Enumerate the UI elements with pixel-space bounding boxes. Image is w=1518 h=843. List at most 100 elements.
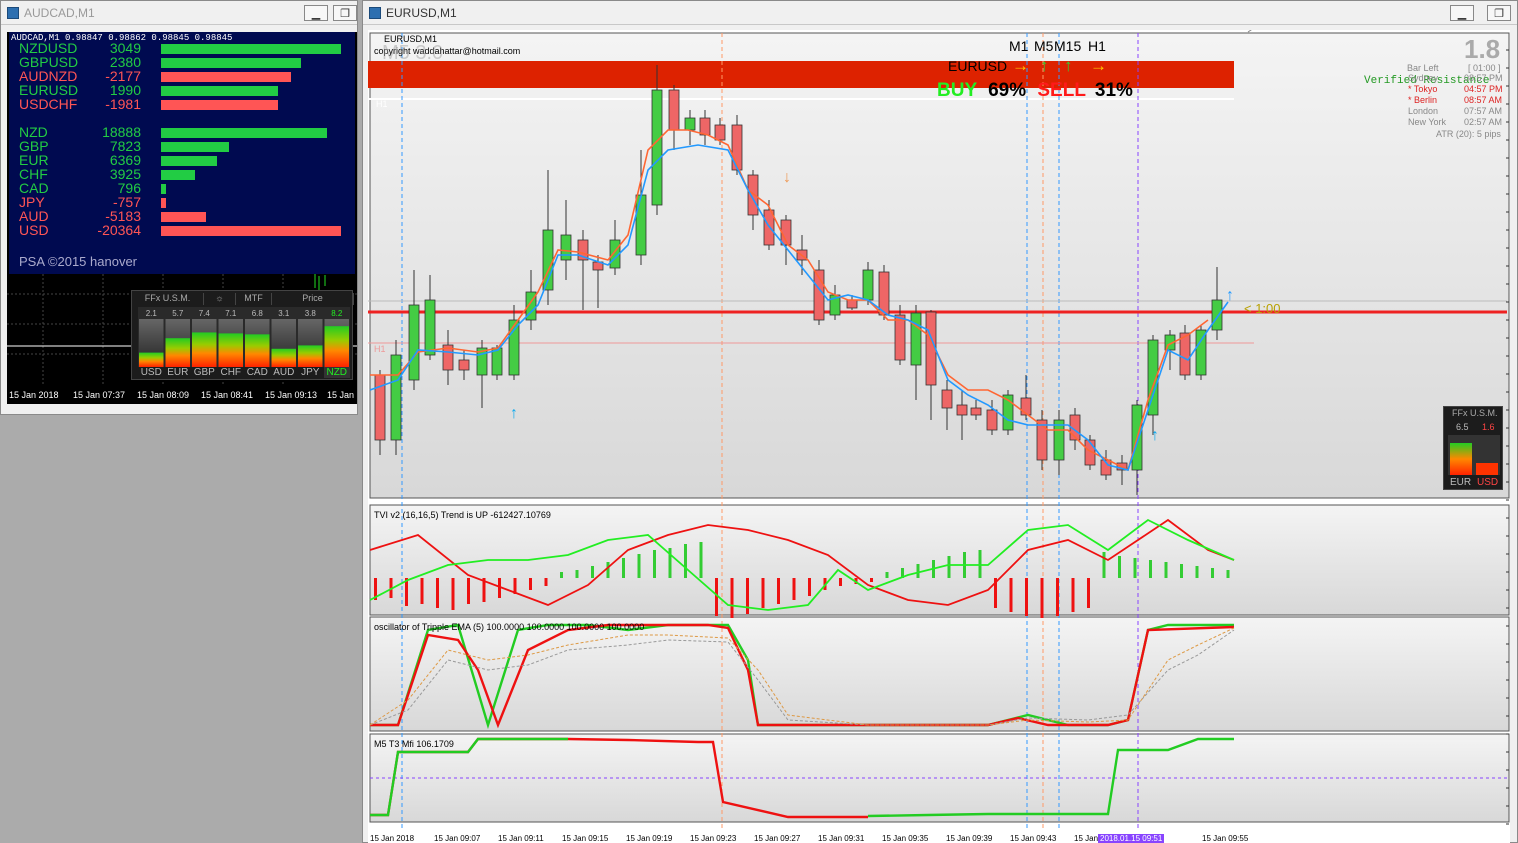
time-axis-label: 15 Jan 09:23 bbox=[690, 834, 737, 843]
usm-bar bbox=[192, 332, 217, 367]
currency-strength-bar bbox=[161, 212, 206, 222]
time-axis-label: 15 Jan 09:11 bbox=[498, 834, 544, 843]
currency-strength-bar bbox=[161, 142, 230, 152]
time-axis-label: 15 Jan 09:15 bbox=[562, 834, 609, 843]
bar-left-label: Bar Left bbox=[1407, 63, 1439, 73]
chart-window-icon bbox=[7, 6, 19, 19]
tvi-histogram-bar bbox=[792, 578, 796, 600]
usm-value: 5.7 bbox=[172, 309, 184, 318]
tvi-histogram-bar bbox=[746, 578, 749, 614]
arrow-right-icon: → bbox=[1012, 56, 1029, 75]
audcad-chart-area[interactable]: AUDCAD,M1 0.98847 0.98862 0.98845 0.9884… bbox=[7, 32, 357, 404]
usm-header-cell[interactable]: Price bbox=[272, 293, 354, 305]
tvi-histogram-bar bbox=[1025, 578, 1028, 616]
timeframe-label: M15 bbox=[1054, 38, 1082, 54]
tvi-histogram-bar bbox=[1180, 564, 1183, 578]
indicator-panel bbox=[369, 616, 1510, 732]
currency-row-jpy: JPY -757 bbox=[17, 194, 351, 210]
atr-label: ATR (20): 5 pips bbox=[1436, 129, 1501, 139]
minimize-button[interactable]: ▁ bbox=[1450, 5, 1474, 21]
time-axis-label: 2018.01.15 09:51 bbox=[1098, 834, 1165, 843]
time-axis-label: 15 Jan 09:31 bbox=[818, 834, 865, 843]
signal-symbol: EURUSD bbox=[948, 58, 1008, 74]
usm-header: FFx U.S.M. ☼ MTF Price bbox=[132, 293, 354, 305]
tvi-histogram-bar bbox=[699, 542, 703, 578]
session-time: 08:57 PM bbox=[1464, 73, 1503, 83]
tvi-histogram-bar bbox=[1133, 558, 1137, 578]
maximize-button[interactable]: ❐ bbox=[333, 5, 357, 21]
bull-candle bbox=[424, 299, 436, 356]
maximize-button[interactable]: ❐ bbox=[1487, 5, 1511, 21]
session-time: 07:57 AM bbox=[1464, 106, 1503, 116]
bear-candle bbox=[1179, 332, 1191, 376]
audcad-window-title: AUDCAD,M1 bbox=[24, 5, 95, 20]
currency-strength-panel: AUDCAD,M1 0.98847 0.98862 0.98845 0.9884… bbox=[9, 32, 355, 274]
tvi-histogram-bar bbox=[777, 578, 780, 604]
watermark-label: M5 3.0 bbox=[382, 42, 444, 64]
currency-strength-bar bbox=[161, 198, 167, 208]
bear-candle bbox=[714, 124, 726, 141]
usm-value: 2.1 bbox=[146, 309, 158, 318]
tvi-histogram-bar bbox=[420, 578, 424, 604]
usm-value: 6.8 bbox=[252, 309, 264, 318]
tvi-histogram-bar bbox=[1102, 552, 1106, 578]
bear-candle bbox=[747, 174, 759, 216]
tvi-histogram-bar bbox=[1195, 566, 1199, 578]
time-axis-label: 15 Jan 09:27 bbox=[754, 834, 801, 843]
eurusd-window-titlebar[interactable]: EURUSD,M1 bbox=[363, 1, 1517, 25]
pair-row-usdchf: USDCHF -1981 bbox=[17, 96, 351, 112]
currency-row-eur: EUR 6369 bbox=[17, 152, 351, 168]
time-axis-label: 15 Jan 09:07 bbox=[434, 834, 481, 843]
tvi-histogram-bar bbox=[575, 570, 579, 578]
usm-header-cell[interactable]: MTF bbox=[236, 293, 272, 305]
usm-currency-label: GBP bbox=[193, 367, 215, 378]
mini-usm-bars bbox=[1448, 435, 1500, 475]
timeframe-labels: M1 M5 M15 H1 bbox=[1006, 38, 1116, 54]
buy-sell-readout: BUY 69% SELL 31% bbox=[937, 80, 1133, 102]
audcad-chart-window[interactable]: AUDCAD,M1 ▁ ❐ AUDCAD,M1 0.98847 0.98862 … bbox=[0, 0, 358, 415]
sell-label: SELL bbox=[1037, 80, 1086, 101]
tvi-histogram-bar bbox=[529, 578, 532, 590]
usm-currency-label: AUD bbox=[273, 367, 295, 378]
tvi-histogram-bar bbox=[451, 578, 455, 610]
timeframe-label: H1 bbox=[1088, 38, 1106, 54]
usm-currency-label: JPY bbox=[301, 367, 320, 378]
session-time: 04:57 PM bbox=[1464, 84, 1503, 94]
mini-usm-value-eur: 6.5 bbox=[1456, 422, 1469, 432]
eurusd-chart-canvas[interactable]: H1 ↑ ↓ ↑ ↑ ↑ bbox=[368, 30, 1510, 843]
bull-candle bbox=[651, 89, 663, 206]
signal-arrow-up-icon: ↑ bbox=[1151, 427, 1159, 444]
currency-row-cad: CAD 796 bbox=[17, 180, 351, 196]
bull-candle bbox=[508, 319, 520, 376]
tvi-histogram-bar bbox=[1149, 560, 1152, 578]
tvi-histogram-bar bbox=[870, 578, 873, 582]
bull-candle bbox=[1195, 329, 1207, 376]
currency-row-nzd: NZD 18888 bbox=[17, 124, 351, 140]
time-axis-label: 15 Jan 2018 bbox=[370, 834, 415, 843]
tvi-histogram-bar bbox=[1118, 556, 1121, 578]
currency-row-gbp: GBP 7823 bbox=[17, 138, 351, 154]
mini-usm-label-eur: EUR bbox=[1450, 477, 1472, 488]
timeframe-arrows: → ↑ ↑ → bbox=[1012, 56, 1122, 75]
time-axis-label: 15 Jan 09:13 bbox=[265, 390, 318, 400]
time-axis-label: 15 Jan bbox=[327, 390, 355, 400]
bar-left-value: [ 01:00 ] bbox=[1468, 63, 1501, 73]
time-axis-label: 15 Jan bbox=[1074, 834, 1099, 843]
currency-name: USD bbox=[19, 222, 49, 238]
spread-value: 1.8 bbox=[1464, 34, 1501, 64]
bear-candle bbox=[731, 124, 743, 171]
bear-candle bbox=[894, 314, 906, 361]
h1-support-label: H1 bbox=[374, 344, 386, 354]
tvi-histogram-bar bbox=[591, 566, 594, 578]
signal-arrow-down-icon: ↓ bbox=[783, 169, 791, 186]
time-axis-label: 15 Jan 09:35 bbox=[882, 834, 929, 843]
settings-sun-icon[interactable]: ☼ bbox=[204, 293, 236, 305]
mini-usm-title: FFx U.S.M. bbox=[1452, 408, 1498, 418]
pair-name: USDCHF bbox=[19, 96, 78, 112]
tvi-histogram-bar bbox=[653, 550, 656, 578]
time-axis-label: 15 Jan 09:39 bbox=[946, 834, 993, 843]
tvi-histogram-bar bbox=[839, 578, 842, 586]
bear-candle bbox=[668, 89, 680, 131]
minimize-button[interactable]: ▁ bbox=[304, 5, 328, 21]
usm-header-cell[interactable]: FFx U.S.M. bbox=[132, 293, 204, 305]
